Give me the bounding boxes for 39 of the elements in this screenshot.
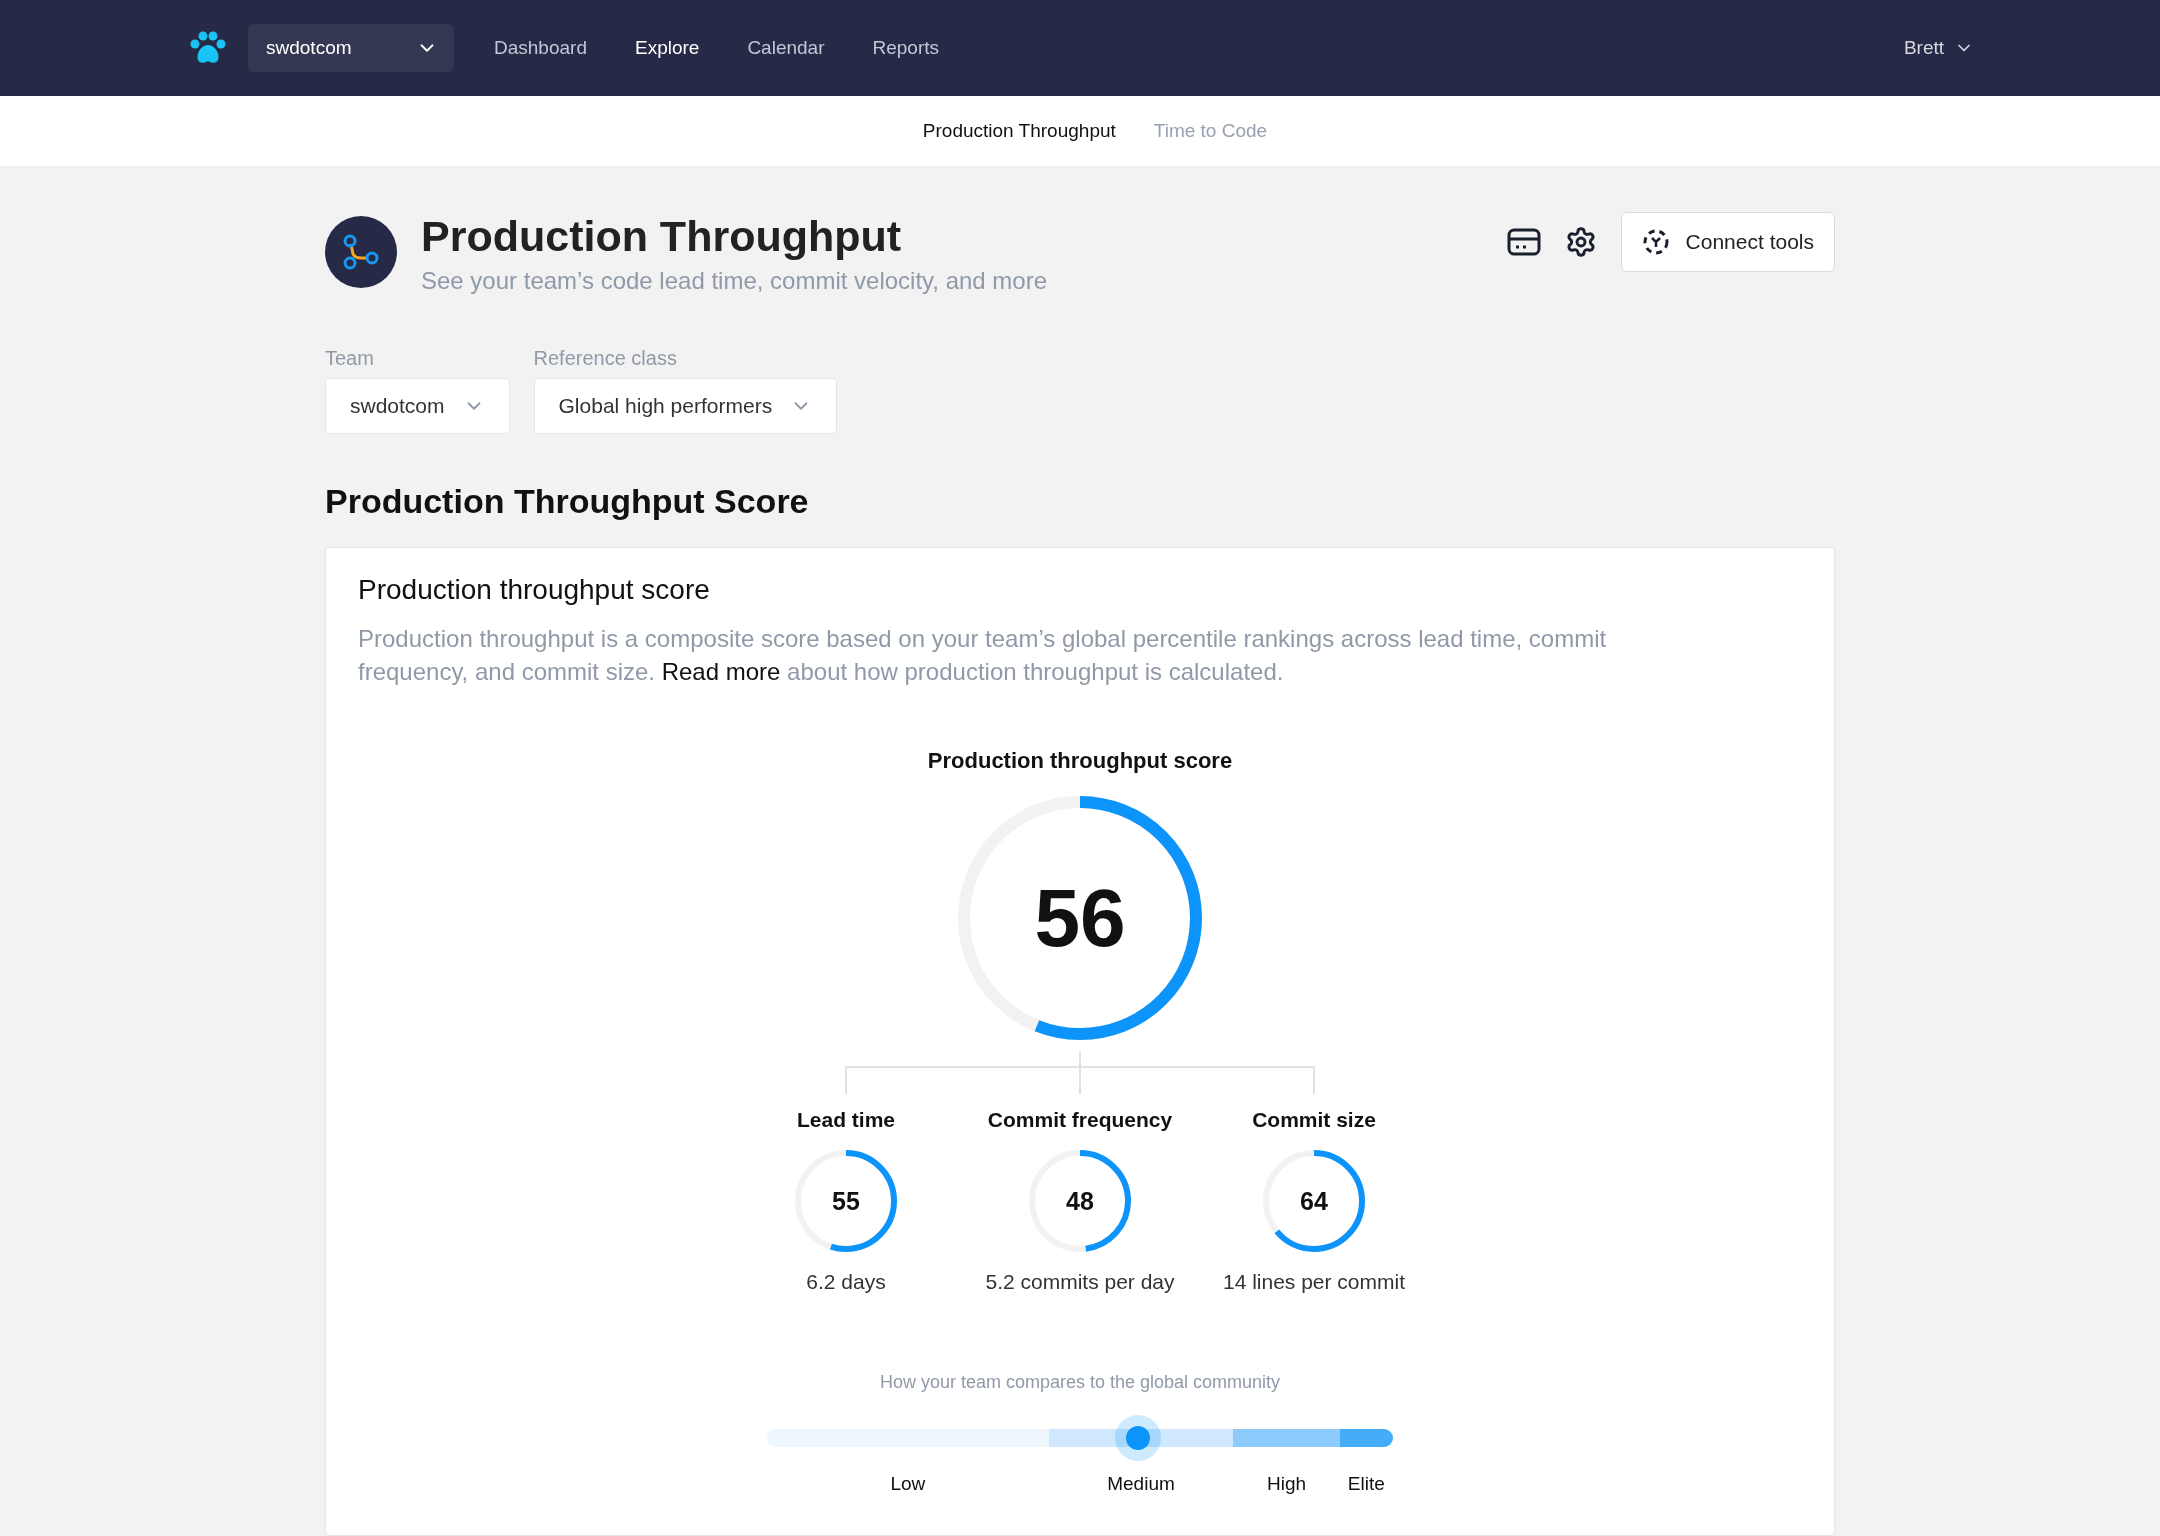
user-menu[interactable]: Brett [1897,36,1980,60]
metric-reading: 6.2 days [806,1270,886,1295]
sub-tab[interactable]: Production Throughput [922,120,1116,142]
score-value: 64 [1300,1186,1328,1216]
filter-label: Team [325,347,375,371]
tier-label: High [1267,1473,1307,1495]
filter-dropdown[interactable]: swdotcom [325,378,510,435]
tier-label: Low [890,1473,926,1495]
connect-tools-button[interactable]: Connect tools [1620,212,1835,272]
read-more-link[interactable]: Read more [661,658,781,686]
metric-title: Commit frequency [987,1108,1173,1133]
page-subtitle: See your team’s code lead time, commit velocity, and more [421,267,1049,296]
score-value: 55 [832,1186,860,1216]
metric-reading: 5.2 commits per day [985,1270,1175,1295]
chart-title: Production throughput score [927,748,1233,775]
filter-label: Reference class [533,347,678,371]
metric-title: Commit size [1252,1108,1376,1133]
workspace-dropdown[interactable]: swdotcom [248,24,454,72]
score-value: 48 [1066,1186,1094,1216]
metric-reading: 14 lines per commit [1222,1270,1406,1295]
paw-logo-icon[interactable] [190,31,226,65]
metric-title: Lead time [797,1108,895,1133]
dashed-circle-icon [1641,228,1670,256]
filter-dropdown[interactable]: Global high performers [533,378,838,435]
nav-link[interactable]: Dashboard [494,37,587,59]
tier-label: Medium [1107,1473,1175,1495]
nav-link[interactable]: Calendar [747,37,825,59]
section-title: Production Throughput Score [325,482,810,522]
page-title: Production Throughput [421,212,903,262]
nav-link[interactable]: Reports [872,37,939,59]
slider-thumb[interactable] [1115,1415,1161,1462]
settings-icon[interactable] [1564,226,1597,258]
tier-label: Elite [1347,1473,1385,1495]
card-icon[interactable] [1506,228,1541,256]
card-title: Production throughput score [358,574,711,607]
nav-link[interactable]: Explore [634,37,700,59]
score-value: 56 [1034,871,1126,966]
comparison-caption: How your team compares to the global community [879,1372,1281,1394]
card-description: Production throughput is a composite score based on your team’s global percentile rankings across lead time, commit frequency, and commit size. Read more about how production throughput is calculated. [358,624,1608,688]
